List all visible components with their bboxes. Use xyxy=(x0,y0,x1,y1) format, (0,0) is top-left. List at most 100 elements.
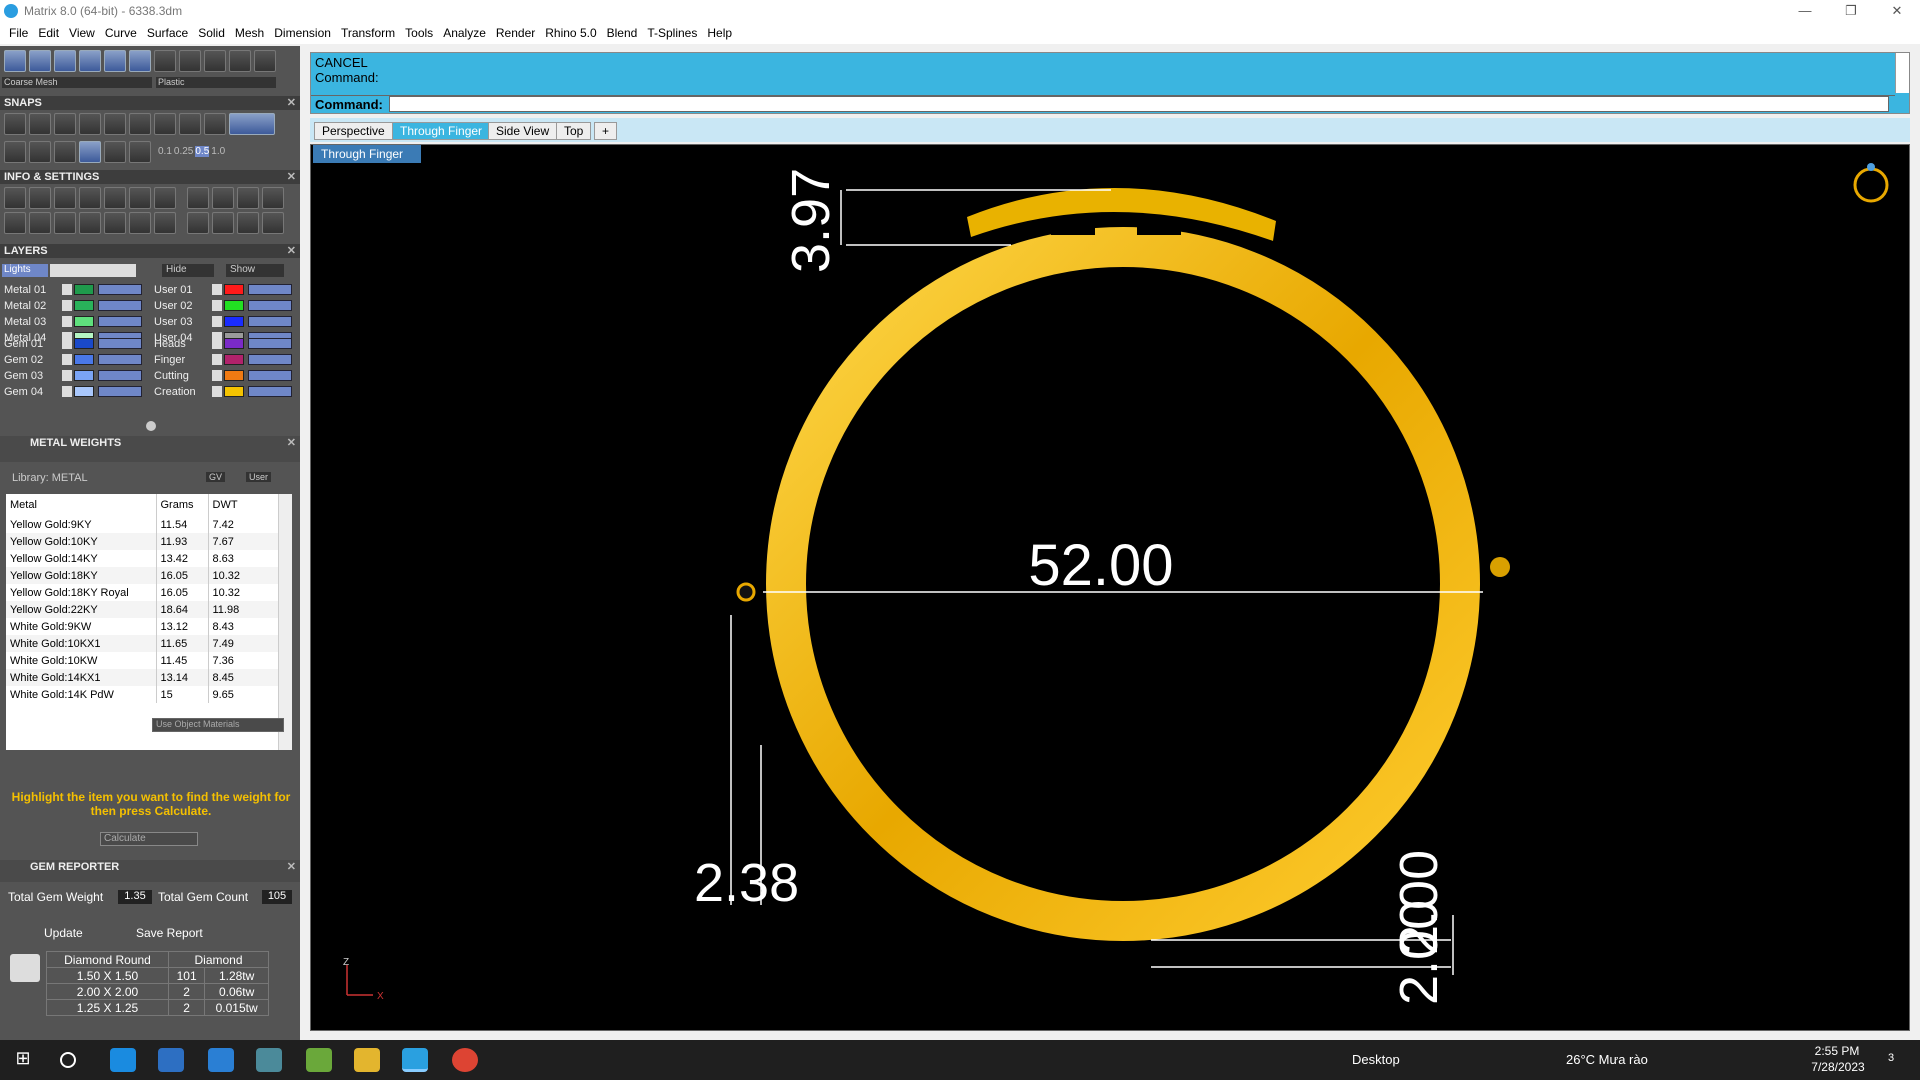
menu-solid[interactable]: Solid xyxy=(193,26,230,40)
material-select[interactable]: Plastic xyxy=(156,77,276,88)
snap-value-0[interactable]: 0.1 xyxy=(158,146,172,157)
table-row[interactable]: 1.25 X 1.25 2 0.015tw xyxy=(46,999,269,1016)
menu-edit[interactable]: Edit xyxy=(33,26,64,40)
table-row[interactable]: White Gold:9KW 13.12 8.43 xyxy=(6,618,280,635)
layer-row[interactable]: User 03 xyxy=(154,314,292,329)
zoom-icon[interactable] xyxy=(29,187,51,209)
layer-color-swatch[interactable] xyxy=(224,300,244,311)
snap-end-icon[interactable] xyxy=(104,113,126,135)
layout-2-icon[interactable] xyxy=(237,187,259,209)
gem-tool-1-icon[interactable] xyxy=(187,212,209,234)
weather-label[interactable]: 26°C Mưa rào xyxy=(1566,1052,1648,1067)
edit-icon[interactable] xyxy=(129,187,151,209)
layer-color-swatch[interactable] xyxy=(224,386,244,397)
edge-icon[interactable] xyxy=(110,1048,136,1072)
clock-time[interactable]: 2:55 PM xyxy=(1812,1044,1862,1058)
smart-track-icon[interactable] xyxy=(79,141,101,163)
layer-row[interactable]: Gem 02 xyxy=(4,352,142,367)
menu-tools[interactable]: Tools xyxy=(400,26,438,40)
tab-perspective[interactable]: Perspective xyxy=(314,122,393,140)
material-1-icon[interactable] xyxy=(154,50,176,72)
layer-toggles[interactable] xyxy=(98,338,142,349)
chrome-icon[interactable] xyxy=(452,1048,478,1072)
close-icon[interactable]: ✕ xyxy=(287,860,296,874)
snap-point-icon[interactable] xyxy=(79,113,101,135)
layer-expand-icon[interactable] xyxy=(62,316,72,327)
user-toggle[interactable]: User xyxy=(246,472,272,482)
gv-toggle[interactable]: GV xyxy=(206,472,226,482)
snap-value-3[interactable]: 1.0 xyxy=(211,146,225,157)
menu-mesh[interactable]: Mesh xyxy=(230,26,269,40)
snap-ortho-icon[interactable] xyxy=(229,113,275,135)
layer-expand-icon[interactable] xyxy=(212,338,222,349)
layer-toggles[interactable] xyxy=(248,338,292,349)
menu-render[interactable]: Render xyxy=(491,26,540,40)
gem-tool-2-icon[interactable] xyxy=(212,212,234,234)
snap-quad-icon[interactable] xyxy=(179,113,201,135)
object-icon[interactable] xyxy=(54,212,76,234)
layer-expand-icon[interactable] xyxy=(212,284,222,295)
viewport[interactable]: Through Finger 52.00 3.97 2.38 2.00 2.00… xyxy=(310,144,1910,1031)
render-mode-icon[interactable] xyxy=(104,50,126,72)
layer-row[interactable]: User 01 xyxy=(154,282,292,297)
material-2-icon[interactable] xyxy=(179,50,201,72)
layer-row[interactable]: Metal 02 xyxy=(4,298,142,313)
material-4-icon[interactable] xyxy=(229,50,251,72)
layer-toggles[interactable] xyxy=(248,386,292,397)
layer-color-swatch[interactable] xyxy=(224,316,244,327)
layer-color-swatch[interactable] xyxy=(74,284,94,295)
mail-icon[interactable] xyxy=(208,1048,234,1072)
render-sphere-2-icon[interactable] xyxy=(79,50,101,72)
project-icon[interactable] xyxy=(54,141,76,163)
menu-help[interactable]: Help xyxy=(702,26,737,40)
save-report-button[interactable]: Save Report xyxy=(136,926,203,940)
snap-center-icon[interactable] xyxy=(154,113,176,135)
file-explorer-icon[interactable] xyxy=(354,1048,380,1072)
layer-row[interactable]: Gem 01 xyxy=(4,336,142,351)
menu-rhino[interactable]: Rhino 5.0 xyxy=(540,26,601,40)
gem-tool-4-icon[interactable] xyxy=(262,212,284,234)
layer-color-swatch[interactable] xyxy=(74,386,94,397)
lights-layer[interactable]: Lights xyxy=(2,264,48,277)
layer-color-swatch[interactable] xyxy=(224,284,244,295)
layer-expand-icon[interactable] xyxy=(62,300,72,311)
history-icon[interactable] xyxy=(129,141,151,163)
ring-icon[interactable] xyxy=(1853,163,1889,203)
planar-icon[interactable] xyxy=(29,141,51,163)
command-scrollbar[interactable] xyxy=(1895,53,1909,93)
tab-through-finger[interactable]: Through Finger xyxy=(392,122,491,140)
matrix-app-icon[interactable] xyxy=(402,1048,428,1072)
tab-side-view[interactable]: Side View xyxy=(488,122,558,140)
layer-toggles[interactable] xyxy=(248,300,292,311)
layer-toggles[interactable] xyxy=(248,370,292,381)
app-icon[interactable] xyxy=(256,1048,282,1072)
tab-add[interactable]: + xyxy=(594,122,618,140)
cylinder-icon[interactable] xyxy=(79,212,101,234)
layer-expand-icon[interactable] xyxy=(62,386,72,397)
search-icon[interactable] xyxy=(60,1052,76,1068)
gallery-icon[interactable] xyxy=(154,212,176,234)
layer-expand-icon[interactable] xyxy=(62,284,72,295)
layer-color-swatch[interactable] xyxy=(74,354,94,365)
gem-tool-3-icon[interactable] xyxy=(237,212,259,234)
layer-color-swatch[interactable] xyxy=(74,316,94,327)
layer-row[interactable]: Metal 03 xyxy=(4,314,142,329)
menu-view[interactable]: View xyxy=(64,26,100,40)
layer-toggles[interactable] xyxy=(98,354,142,365)
select-icon[interactable] xyxy=(129,212,151,234)
filter-icon[interactable] xyxy=(104,212,126,234)
wireframe-icon[interactable] xyxy=(4,50,26,72)
layer-toggles[interactable] xyxy=(98,284,142,295)
windows-start-icon[interactable]: ⊞ xyxy=(10,1048,36,1072)
layer-toggles[interactable] xyxy=(248,316,292,327)
metal-scrollbar[interactable] xyxy=(278,494,292,750)
layer-toggles[interactable] xyxy=(98,316,142,327)
layer-color-swatch[interactable] xyxy=(74,370,94,381)
window-icon[interactable] xyxy=(29,212,51,234)
layer-row[interactable]: Heads xyxy=(154,336,292,351)
table-row[interactable]: White Gold:14K PdW 15 9.65 xyxy=(6,686,280,703)
layer-row[interactable]: Gem 04 xyxy=(4,384,142,399)
layer-color-swatch[interactable] xyxy=(224,354,244,365)
close-icon[interactable]: ✕ xyxy=(287,170,296,184)
layer-toggles[interactable] xyxy=(98,386,142,397)
